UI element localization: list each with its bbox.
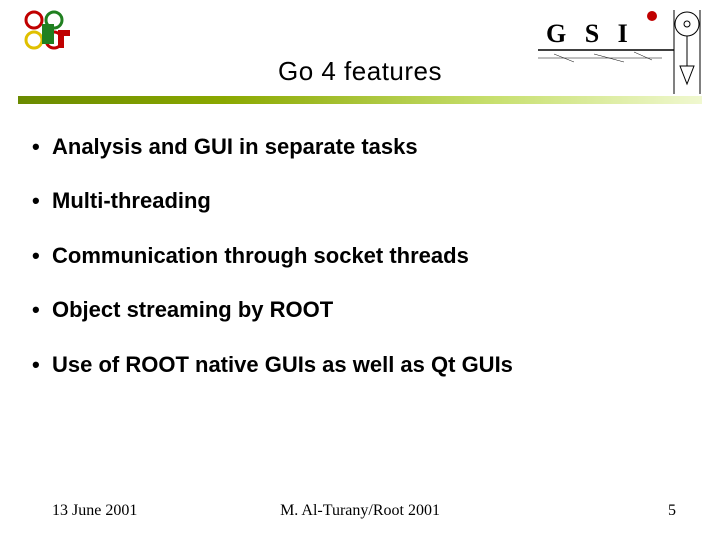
slide-header: G S I Go 4 features bbox=[0, 0, 720, 110]
list-item: Communication through socket threads bbox=[28, 243, 692, 269]
list-item: Use of ROOT native GUIs as well as Qt GU… bbox=[28, 352, 692, 378]
footer-author: M. Al-Turany/Root 2001 bbox=[280, 502, 440, 520]
gsi-logo-icon: G S I bbox=[534, 4, 704, 105]
list-item: Analysis and GUI in separate tasks bbox=[28, 134, 692, 160]
footer-date: 13 June 2001 bbox=[52, 502, 137, 520]
list-item: Multi-threading bbox=[28, 188, 692, 214]
list-item: Object streaming by ROOT bbox=[28, 297, 692, 323]
slide-title: Go 4 features bbox=[0, 56, 720, 87]
go4-logo-icon bbox=[20, 8, 80, 61]
footer-page-number: 5 bbox=[668, 502, 676, 520]
header-divider bbox=[18, 96, 702, 104]
slide-footer: 13 June 2001 M. Al-Turany/Root 2001 5 bbox=[0, 502, 720, 520]
slide-content: Analysis and GUI in separate tasks Multi… bbox=[28, 134, 692, 406]
bullet-list: Analysis and GUI in separate tasks Multi… bbox=[28, 134, 692, 378]
svg-text:G S I: G S I bbox=[546, 19, 634, 48]
